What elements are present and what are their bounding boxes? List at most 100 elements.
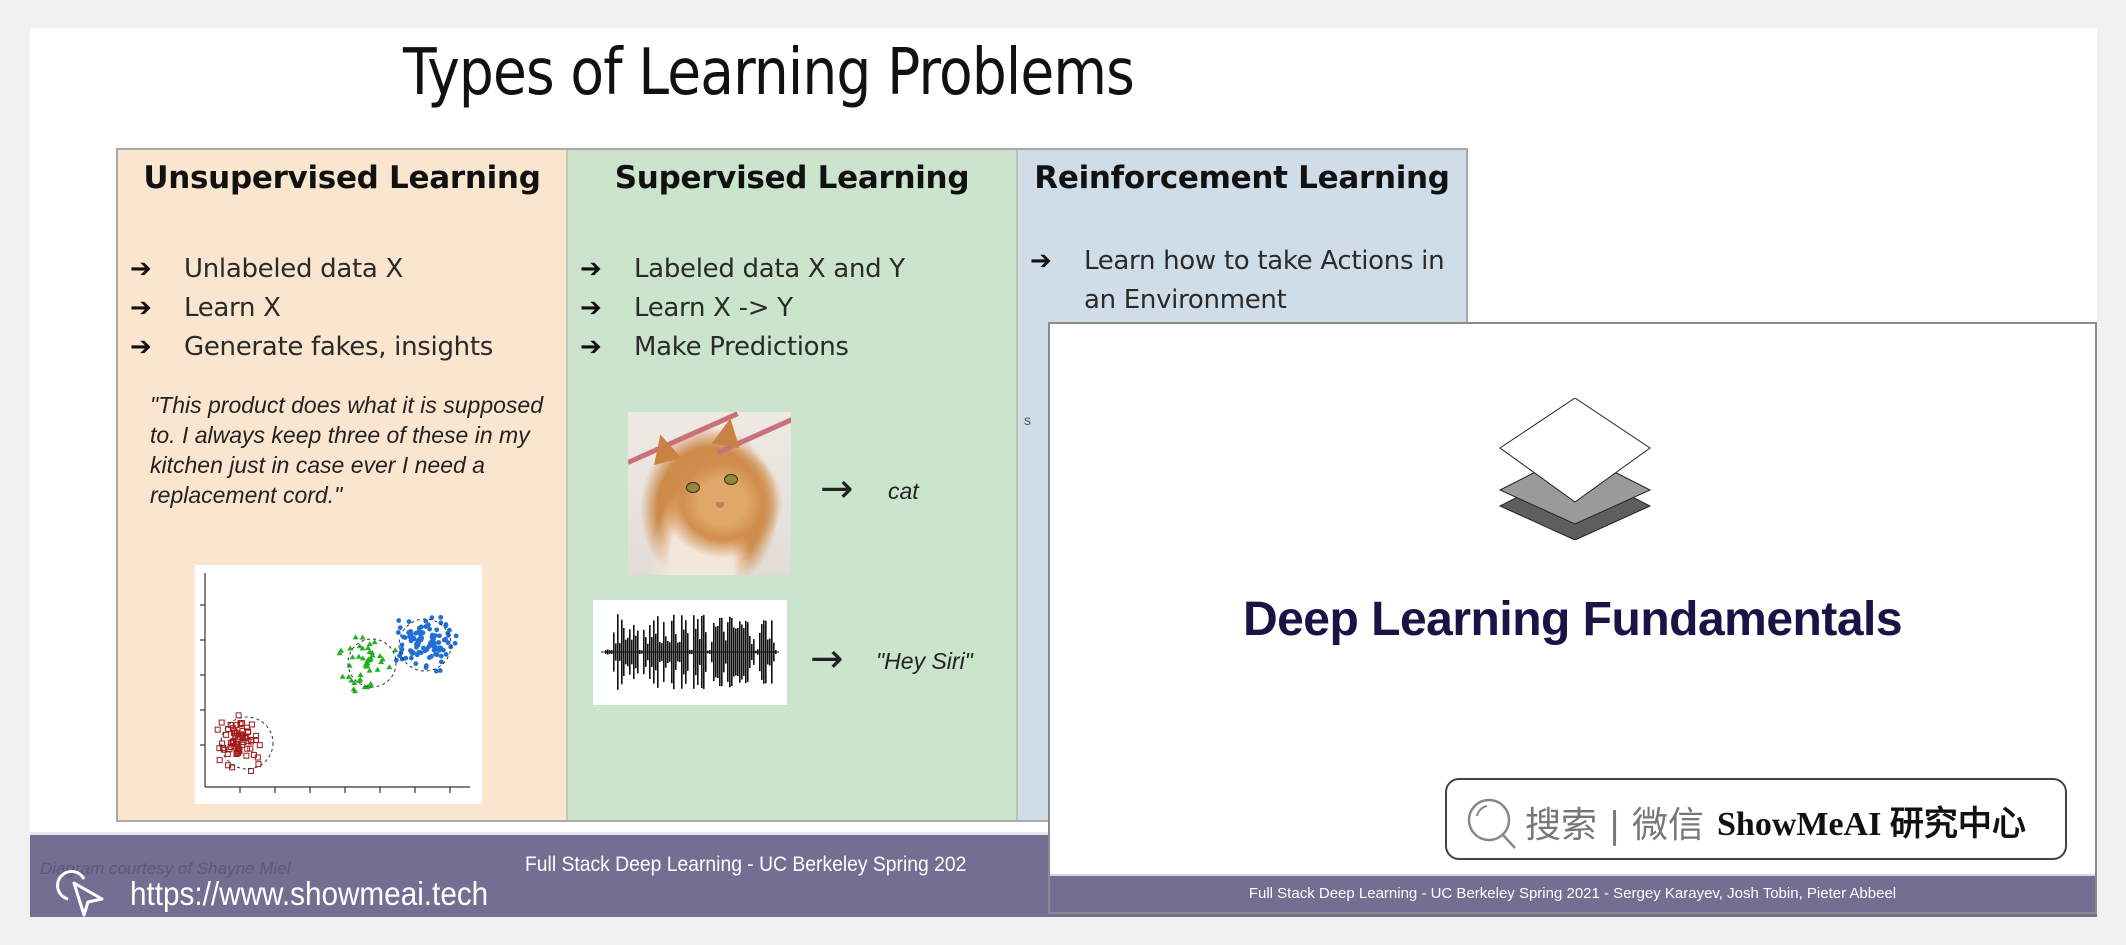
cluster-point-blue [431,636,436,642]
waveform-sample [759,632,761,672]
waveform-sample [741,624,743,680]
waveform-sample [633,624,635,680]
cluster-point-blue [437,668,443,673]
cluster-point-blue [453,633,459,639]
cluster-point-blue [425,622,431,628]
waveform-sample [621,619,623,685]
waveform-sample [623,627,625,677]
cursor-click-icon [56,869,104,917]
cluster-point-blue [399,642,405,648]
waveform-sample [711,641,713,663]
waveform-sample [619,643,621,661]
waveform-sample [611,650,613,654]
cluster-point-blue [443,623,449,629]
cluster-point-red [244,745,251,752]
waveform-sample [763,620,765,684]
cluster-point-green [338,647,345,653]
waveform-sample [657,616,659,688]
cluster-point-blue [436,646,442,652]
waveform-sample [725,640,727,664]
overlay-footer-text: Full Stack Deep Learning - UC Berkeley S… [1248,885,1897,902]
waveform-sample [683,629,685,675]
waveform-sample [731,617,733,687]
bullet-text: Make Predictions [634,332,849,362]
label-cat: cat [888,478,919,504]
waveform-sample [775,650,777,654]
waveform-sample [749,635,751,669]
bullet-list: ➔ Labeled data X and Y ➔ Learn X -> Y ➔ Mak… [580,250,905,367]
waveform-sample [663,622,665,682]
cluster-point-blue [443,636,448,642]
cluster-point-blue [420,630,426,636]
cluster-point-green [357,676,364,682]
waveform-sample [709,650,711,654]
waveform-sample [647,643,649,661]
waveform-sample [681,615,683,689]
arrow-bullet-icon: ➔ [580,332,602,362]
slide-title: Types of Learning Problems [403,36,1135,110]
cluster-point-blue [434,627,440,633]
cluster-point-blue [419,636,424,641]
waveform-sample [627,637,629,667]
bullet-text: Learn X -> Y [634,293,793,323]
arrow-bullet-icon: ➔ [130,332,152,362]
cluster-point-blue [411,635,417,641]
cluster-point-green [352,634,359,640]
waveform-sample [667,641,669,663]
waveform-sample [639,649,641,655]
waveform-sample [719,617,721,687]
waveform-sample [735,628,737,676]
bullet-item: ➔ Generate fakes, insights [130,328,493,367]
cluster-point-red [256,742,263,749]
cluster-point-blue [416,649,422,655]
cluster-point-blue [437,633,442,639]
cluster-point-blue [423,665,429,670]
waveform-sample [679,642,681,662]
waveform-sample [697,619,699,685]
arrow-bullet-icon: ➔ [580,254,602,284]
arrow-bullet-icon: ➔ [580,293,602,323]
waveform-sample [609,650,611,654]
cluster-point-blue [443,651,449,657]
bullet-item: ➔ Make Predictions [580,328,905,367]
waveform-sample [655,633,657,671]
bullet-item: ➔ Labeled data X and Y [580,250,905,289]
cluster-point-blue [397,625,403,631]
arrow-bullet-icon: ➔ [130,254,152,284]
waveform-sample [727,622,729,682]
bullet-list: ➔ Learn how to take Actions in an Environ… [1030,242,1484,320]
waveform-sample [671,620,673,684]
watermark-url-link[interactable]: https://www.showmeai.tech [130,875,488,913]
waveform-sample [625,639,627,665]
cluster-point-green [339,673,346,679]
overlay-slide: Deep Learning Fundamentals 搜索 | 微信 ShowM… [1048,322,2097,914]
waveform-sample [629,629,631,675]
waveform-sample [751,643,753,661]
waveform-sample [739,621,741,683]
waveform-sample [693,615,695,689]
cluster-point-blue [393,657,399,663]
cluster-point-green [357,671,364,677]
wechat-search-box[interactable]: 搜索 | 微信 ShowMeAI 研究中心 [1445,778,2067,860]
cluster-point-blue [413,661,419,667]
cluster-point-green [347,645,354,651]
clipped-text: s [1024,412,1031,428]
waveform-sample [761,624,763,680]
audio-waveform [593,600,787,705]
waveform-sample [613,632,615,672]
cluster-point-blue [406,619,412,625]
waveform-sample [705,632,707,672]
cluster-scatter-plot [195,565,482,804]
cluster-point-blue [426,655,432,660]
waveform-sample [631,639,633,665]
waveform-sample [605,650,607,654]
waveform-sample [703,614,705,690]
overlay-footer: Full Stack Deep Learning - UC Berkeley S… [1050,874,2095,912]
review-quote: "This product does what it is supposed t… [150,392,543,508]
waveform-sample [743,628,745,676]
column-supervised: Supervised Learning ➔ Labeled data X and … [568,150,1018,820]
waveform-sample [661,643,663,661]
cluster-point-green [349,654,356,660]
waveform-sample [765,620,767,684]
cluster-point-blue [438,614,444,620]
